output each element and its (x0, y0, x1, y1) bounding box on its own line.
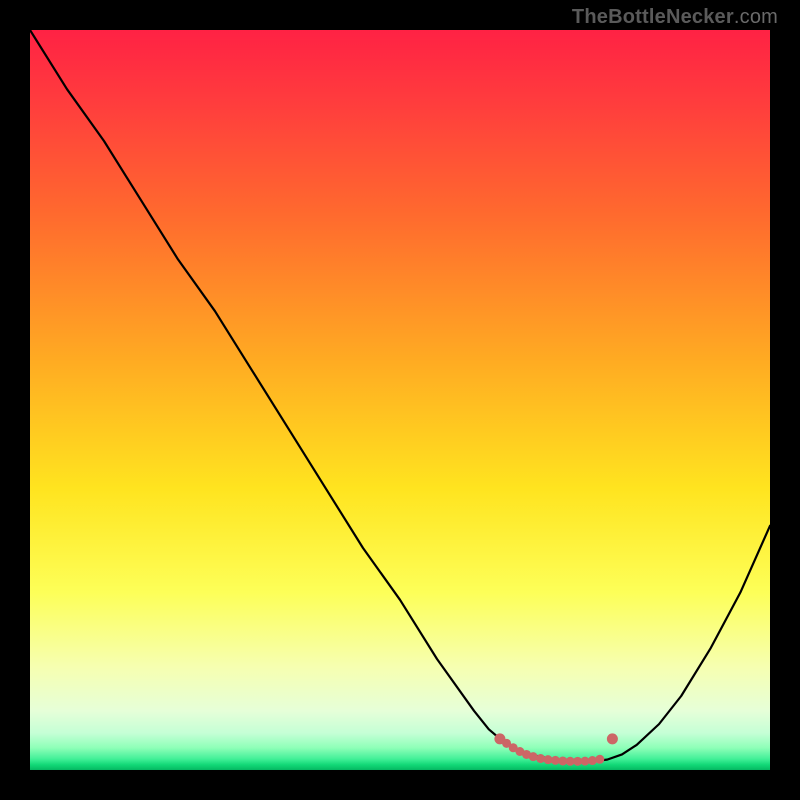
marker-dot (607, 733, 618, 744)
curve-path (30, 30, 770, 761)
watermark-tld: .com (734, 6, 778, 28)
chart-svg (30, 30, 770, 770)
optimal-range-markers (494, 733, 617, 765)
plot-area (30, 30, 770, 770)
watermark-brand: TheBottleNecker (572, 6, 734, 28)
marker-dot (595, 755, 604, 764)
watermark: TheBottleNecker.com (572, 6, 778, 29)
chart-frame: TheBottleNecker.com (0, 0, 800, 800)
bottleneck-curve (30, 30, 770, 761)
